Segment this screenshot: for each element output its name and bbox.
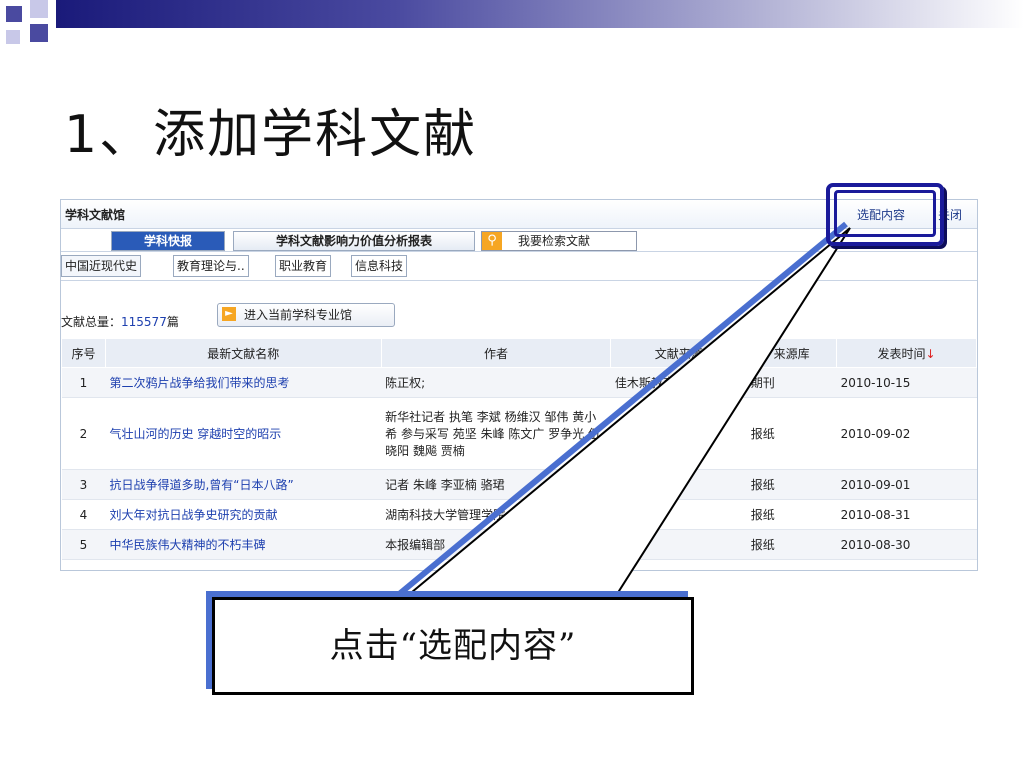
callout-text: 点击“选配内容” [329, 626, 577, 666]
callout-box: 点击“选配内容” [212, 597, 694, 695]
highlight-box-inner [834, 190, 936, 237]
